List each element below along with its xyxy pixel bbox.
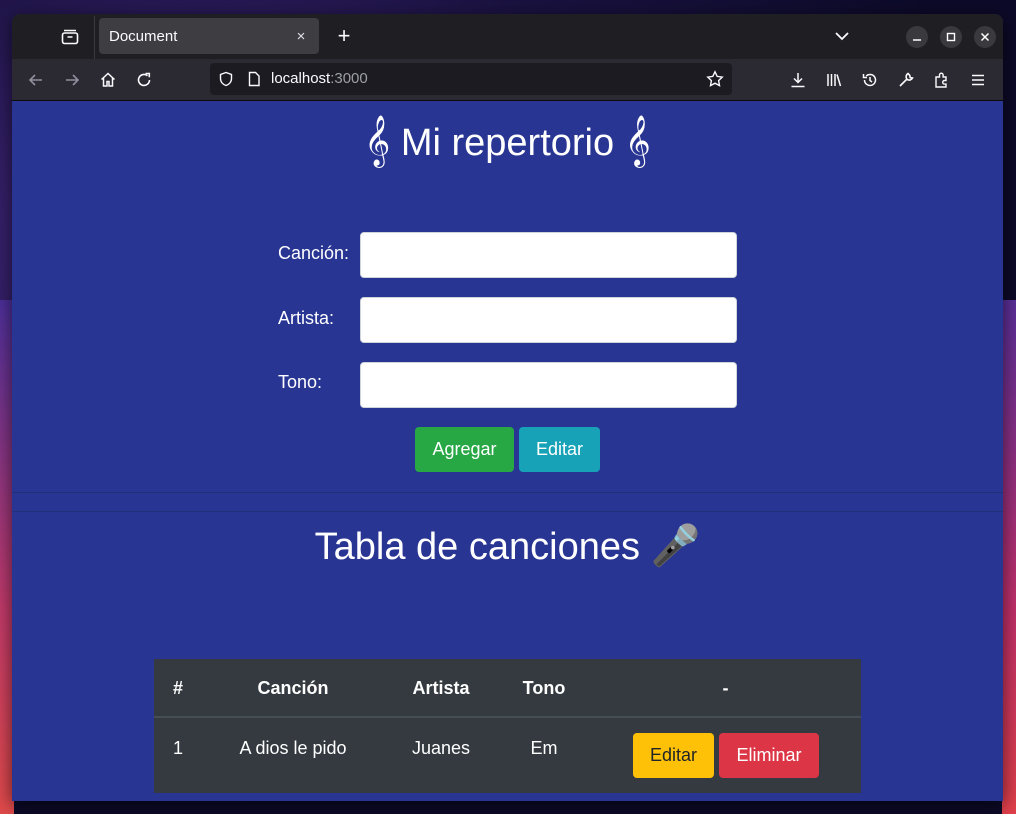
url-text[interactable]: localhost:3000: [271, 70, 368, 87]
maximize-button[interactable]: [940, 26, 962, 48]
header-number: #: [172, 678, 183, 698]
forward-arrow-icon[interactable]: [62, 70, 82, 90]
table-row: 1 A dios le pido Juanes Em Editar Elimin…: [154, 718, 861, 793]
tab-bar: Document × +: [12, 14, 1003, 59]
desktop-wallpaper-right: [1002, 300, 1016, 814]
page-info-icon[interactable]: [244, 69, 264, 89]
browser-window: Document × + localhost:3000 𝄞 Mi reperto…: [12, 14, 1003, 801]
tab-separator: [94, 16, 95, 59]
song-form-row: Canción:: [278, 232, 738, 278]
downloads-icon[interactable]: [788, 70, 808, 90]
url-bar[interactable]: localhost:3000: [210, 63, 732, 95]
header-actions: -: [722, 678, 729, 698]
header-key: Tono: [522, 678, 566, 698]
back-arrow-icon[interactable]: [26, 70, 46, 90]
song-input[interactable]: [360, 232, 737, 278]
key-label: Tono:: [278, 372, 323, 392]
row-edit-button[interactable]: Editar: [633, 733, 714, 778]
add-button[interactable]: Agregar: [415, 427, 514, 472]
chevron-down-icon[interactable]: [832, 26, 852, 46]
edit-button[interactable]: Editar: [519, 427, 600, 472]
page-title-text: Mi repertorio: [400, 122, 615, 164]
section-divider: [12, 511, 1003, 512]
navigation-toolbar: localhost:3000: [12, 59, 1003, 101]
treble-clef-icon: 𝄞: [624, 115, 651, 166]
history-icon[interactable]: [860, 70, 880, 90]
minimize-button[interactable]: [906, 26, 928, 48]
table-title: Tabla de canciones 🎤: [12, 521, 1003, 572]
header-artist: Artista: [412, 678, 470, 698]
artist-label: Artista:: [278, 308, 335, 328]
cell-artist: Juanes: [411, 738, 471, 758]
close-window-button[interactable]: [974, 26, 996, 48]
page-title: 𝄞 Mi repertorio 𝄞: [12, 105, 1003, 179]
microphone-icon: 🎤: [650, 523, 701, 569]
cell-key: Em: [530, 738, 558, 758]
bookmark-star-icon[interactable]: [705, 69, 725, 89]
extensions-icon[interactable]: [932, 70, 952, 90]
new-tab-button[interactable]: +: [332, 24, 356, 48]
cell-song: A dios le pido: [239, 738, 347, 758]
artist-form-row: Artista:: [278, 297, 738, 343]
row-delete-button[interactable]: Eliminar: [719, 733, 819, 778]
songs-table: # Canción Artista Tono - 1 A dios le pid…: [154, 659, 861, 793]
section-divider: [12, 492, 1003, 493]
shield-icon[interactable]: [216, 69, 236, 89]
library-icon[interactable]: [824, 70, 844, 90]
wrench-icon[interactable]: [896, 70, 916, 90]
home-icon[interactable]: [98, 70, 118, 90]
url-port: :3000: [330, 70, 368, 87]
tab-title: Document: [109, 27, 178, 45]
key-input[interactable]: [360, 362, 737, 408]
reload-icon[interactable]: [134, 70, 154, 90]
treble-clef-icon: 𝄞: [364, 115, 391, 166]
key-form-row: Tono:: [278, 362, 738, 408]
tab-document[interactable]: Document ×: [99, 18, 319, 54]
table-title-text: Tabla de canciones: [314, 526, 640, 568]
tab-close-icon[interactable]: ×: [293, 28, 309, 45]
artist-input[interactable]: [360, 297, 737, 343]
header-song: Canción: [257, 678, 329, 698]
menu-hamburger-icon[interactable]: [968, 70, 988, 90]
cell-number: 1: [172, 738, 183, 758]
page-content: 𝄞 Mi repertorio 𝄞 Canción: Artista: Tono…: [12, 101, 1003, 801]
table-header-row: # Canción Artista Tono -: [154, 659, 861, 718]
song-label: Canción:: [278, 243, 350, 263]
url-host: localhost: [271, 70, 331, 87]
firefox-view-icon[interactable]: [58, 25, 82, 49]
